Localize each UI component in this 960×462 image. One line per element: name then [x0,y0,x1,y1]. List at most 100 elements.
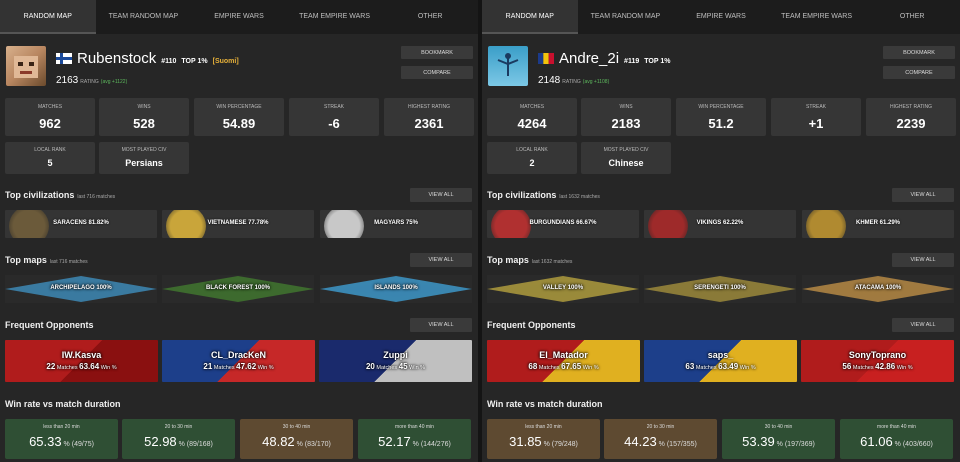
tab-random-map[interactable]: RANDOM MAP [0,0,96,34]
civ-percent: 61.29% [879,220,901,226]
frequent-opponents-view-all-button[interactable]: VIEW ALL [410,318,472,332]
opponent-win-pct: 47.62 [236,362,257,371]
opponent-win-pct: 63.49 [718,362,739,371]
stat-value: 2361 [414,116,444,131]
win-word: Win % [896,365,913,371]
opponent-card[interactable]: Zuppi 20 Matches 45 Win % [319,340,472,382]
map-card[interactable]: ISLANDS 100% [320,275,472,303]
opponent-matches: 63 [685,362,695,371]
tab-team-random-map[interactable]: TEAM RANDOM MAP [578,0,674,34]
opponent-win-pct: 42.86 [875,362,896,371]
winrate-value: 31.85 % (79/248) [487,434,600,449]
player-header: Rubenstock #110 TOP 1% [Suomi] [56,50,239,67]
top-percent: TOP 1% [644,58,671,65]
map-label: ARCHIPELAGO 100% [5,285,157,291]
rating-row: 2163 RATING (avg +1122) [56,70,127,88]
civ-percent: 62.22% [722,220,744,226]
win-word: Win % [739,365,756,371]
map-card[interactable]: ATACAMA 100% [802,275,954,303]
map-card[interactable]: ARCHIPELAGO 100% [5,275,157,303]
opponent-card[interactable]: CL_DracKeN 21 Matches 47.62 Win % [162,340,315,382]
frequent-opponents-view-all-button[interactable]: VIEW ALL [892,318,954,332]
winrate-value: 48.82 % (83/170) [240,434,353,449]
opponent-stats: 56 Matches 42.86 Win % [801,362,954,371]
winrate-ratio: % (197/369) [774,441,815,448]
bookmark-button[interactable]: BOOKMARK [401,46,473,59]
opponent-matches: 20 [365,362,375,371]
tab-empire-wars[interactable]: EMPIRE WARS [191,0,287,34]
category-tabs: RANDOM MAP TEAM RANDOM MAP EMPIRE WARS TEAM… [482,0,960,34]
opponent-matches: 68 [528,362,538,371]
tab-team-empire-wars[interactable]: TEAM EMPIRE WARS [769,0,865,34]
opponent-card[interactable]: SonyToprano 56 Matches 42.86 Win % [801,340,954,382]
opponent-stats: 68 Matches 67.65 Win % [487,362,640,371]
bookmark-button[interactable]: BOOKMARK [883,46,955,59]
win-rate-duration-title: Win rate vs match duration [487,399,602,409]
winrate-percent: 52.17 [378,434,411,449]
civ-name: BURGUNDIANS [529,220,575,226]
civ-card[interactable]: MAGYARS 75% [320,210,472,238]
tab-other[interactable]: OTHER [382,0,478,34]
map-card[interactable]: VALLEY 100% [487,275,639,303]
opponent-card[interactable]: IW.Kasva 22 Matches 63.64 Win % [5,340,158,382]
map-name: ATACAMA [854,285,885,291]
map-card[interactable]: BLACK FOREST 100% [162,275,314,303]
tab-team-empire-wars[interactable]: TEAM EMPIRE WARS [287,0,383,34]
top-civilizations-title: Top civilizations last 716 matches [5,190,115,200]
tab-random-map[interactable]: RANDOM MAP [482,0,578,34]
top-maps-view-all-button[interactable]: VIEW ALL [892,253,954,267]
opponent-matches: 56 [842,362,852,371]
compare-button[interactable]: COMPARE [401,66,473,79]
opponent-name: IW.Kasva [61,350,102,360]
compare-button[interactable]: COMPARE [883,66,955,79]
opponent-matches: 22 [46,362,56,371]
stat-value: 2 [529,158,535,168]
top-maps-heading: Top maps [487,255,529,265]
tab-team-random-map[interactable]: TEAM RANDOM MAP [96,0,192,34]
winrate-percent: 31.85 [509,434,542,449]
tab-empire-wars[interactable]: EMPIRE WARS [673,0,769,34]
map-percent: 100% [567,285,584,291]
rank-number: #110 [161,58,177,65]
matches-word: Matches [538,365,560,371]
opponent-info: El_Matador 68 Matches 67.65 Win % [487,350,640,371]
stat-win-percentage: WIN PERCENTAGE 54.89 [194,98,284,136]
stat-highest-rating: HIGHEST RATING 2239 [866,98,956,136]
map-card[interactable]: SERENGETI 100% [644,275,796,303]
civ-card[interactable]: KHMER 61.29% [802,210,954,238]
stat-local-rank: LOCAL RANK 5 [5,142,95,174]
winrate-ratio: % (83/170) [294,441,331,448]
winrate-ratio-value: (403/660) [902,441,933,448]
tab-other[interactable]: OTHER [864,0,960,34]
civ-label: VIETNAMESE 77.78% [162,220,314,226]
civ-card[interactable]: BURGUNDIANS 66.67% [487,210,639,238]
stat-value: Chinese [608,158,644,168]
stat-label: HIGHEST RATING [889,104,933,110]
civ-card[interactable]: SARACENS 81.82% [5,210,157,238]
stat-value: 528 [133,116,155,131]
finland-flag-icon [56,51,72,64]
duration-label: more than 40 min [395,424,434,430]
civ-card[interactable]: VIETNAMESE 77.78% [162,210,314,238]
map-name: SERENGETI [694,285,729,291]
winrate-value: 52.98 % (89/168) [122,434,235,449]
winrate-ratio-value: (79/248) [551,441,578,448]
stat-value: 962 [39,116,61,131]
map-percent: 100% [730,285,746,291]
top-civilizations-heading: Top civilizations [487,190,557,200]
winrate-card: 30 to 40 min 48.82 % (83/170) [240,419,353,459]
frequent-opponents-heading: Frequent Opponents [487,320,576,330]
opponent-info: SonyToprano 56 Matches 42.86 Win % [801,350,954,371]
stat-streak: STREAK -6 [289,98,379,136]
top-maps-view-all-button[interactable]: VIEW ALL [410,253,472,267]
winrate-percent: 52.98 [144,434,177,449]
opponent-card[interactable]: El_Matador 68 Matches 67.65 Win % [487,340,640,382]
top-civilizations-view-all-button[interactable]: VIEW ALL [892,188,954,202]
civ-card[interactable]: VIKINGS 62.22% [644,210,796,238]
romania-flag-icon [538,51,554,64]
category-tabs: RANDOM MAP TEAM RANDOM MAP EMPIRE WARS TEAM… [0,0,478,34]
winrate-ratio-value: (157/355) [666,441,697,448]
opponent-card[interactable]: saps_ 63 Matches 63.49 Win % [644,340,797,382]
top-civilizations-view-all-button[interactable]: VIEW ALL [410,188,472,202]
map-name: ISLANDS [374,285,401,291]
